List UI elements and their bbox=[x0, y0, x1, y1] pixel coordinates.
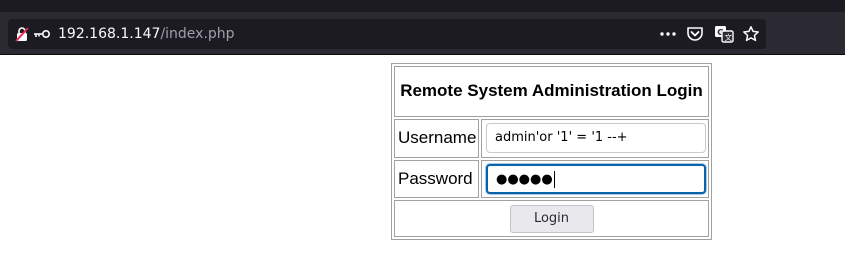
key-icon[interactable] bbox=[33, 26, 51, 42]
username-cell: admin'or '1' = '1 --+ bbox=[481, 118, 709, 158]
password-cell: ●●●●● bbox=[481, 159, 709, 199]
form-title: Remote System Administration Login bbox=[394, 66, 709, 117]
text-caret bbox=[553, 170, 555, 188]
password-label: Password bbox=[394, 159, 479, 199]
url-text[interactable]: 192.168.1.147/index.php bbox=[58, 26, 235, 42]
url-path: /index.php bbox=[160, 26, 235, 42]
username-input[interactable]: admin'or '1' = '1 --+ bbox=[486, 123, 706, 154]
toolbar-divider bbox=[0, 54, 845, 55]
svg-text:文: 文 bbox=[725, 32, 733, 42]
bookmark-star-icon[interactable] bbox=[742, 25, 760, 43]
password-input[interactable]: ●●●●● bbox=[486, 163, 706, 194]
button-cell: Login bbox=[394, 200, 709, 237]
password-mask: ●●●●● bbox=[496, 171, 553, 187]
login-button[interactable]: Login bbox=[509, 204, 594, 233]
more-options-icon[interactable] bbox=[658, 26, 678, 42]
tab-strip bbox=[0, 0, 845, 12]
insecure-connection-icon[interactable] bbox=[14, 26, 30, 42]
pocket-icon[interactable] bbox=[686, 25, 704, 43]
username-label: Username bbox=[394, 118, 479, 158]
login-form: Remote System Administration Login Usern… bbox=[391, 63, 712, 240]
translate-icon[interactable]: G 文 bbox=[714, 25, 734, 43]
url-host: 192.168.1.147 bbox=[58, 26, 161, 42]
